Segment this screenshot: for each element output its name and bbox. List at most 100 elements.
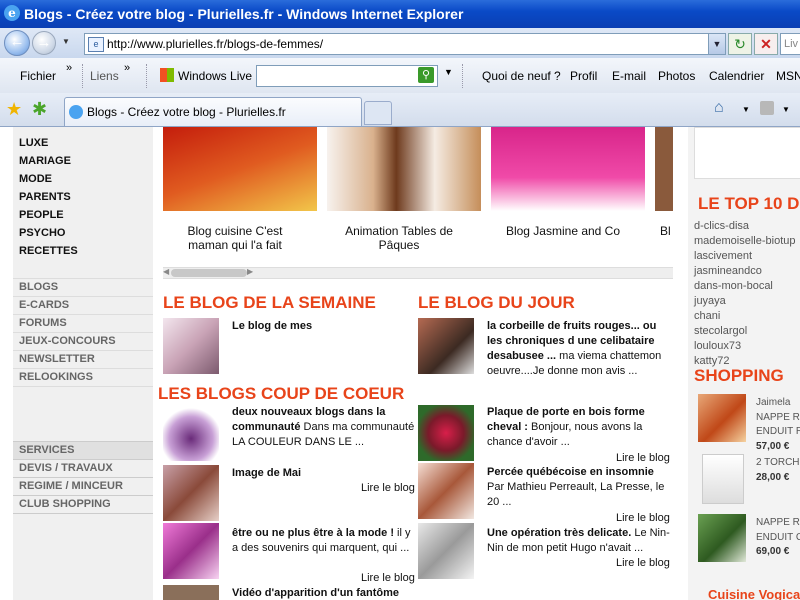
coup-post[interactable]: Plaque de porte en bois forme cheval : B… — [487, 405, 672, 450]
tab-plurielles[interactable]: Blogs - Créez votre blog - Plurielles.fr — [64, 97, 362, 126]
new-tab-button[interactable] — [364, 101, 392, 125]
toolbar-link-email[interactable]: E-mail — [612, 69, 646, 83]
back-button[interactable]: ← — [4, 30, 30, 56]
category-mode[interactable]: MODE — [19, 173, 52, 185]
refresh-button[interactable]: ↻ — [728, 33, 752, 55]
coup-image[interactable] — [418, 523, 474, 579]
feeds-icon[interactable] — [760, 101, 774, 115]
top10-item[interactable]: d-clics-disa — [694, 220, 749, 232]
shop-image[interactable] — [698, 514, 746, 562]
blog-jour-image[interactable] — [418, 318, 474, 374]
top10-item[interactable]: juyaya — [694, 295, 726, 307]
links-label[interactable]: Liens — [90, 69, 119, 83]
coup-image[interactable] — [418, 405, 474, 461]
coup-image[interactable] — [163, 523, 219, 579]
nav-blogs[interactable]: BLOGS — [13, 278, 153, 296]
category-people[interactable]: PEOPLE — [19, 209, 64, 221]
chevron-icon[interactable]: » — [66, 62, 72, 74]
lire-le-blog-link[interactable]: Lire le blog — [616, 512, 670, 524]
shop-name[interactable]: NAPPE R — [756, 517, 800, 528]
menu-fichier[interactable]: Fichier — [20, 69, 56, 83]
toolbar-link-quoi-de-neuf[interactable]: Quoi de neuf ? — [482, 69, 561, 83]
service-regime[interactable]: REGIME / MINCEUR — [13, 477, 153, 495]
carousel-caption[interactable]: Animation Tables de Pâques — [334, 224, 464, 252]
forward-button[interactable]: → — [32, 31, 56, 55]
blog-semaine-title[interactable]: Le blog de mes — [232, 319, 422, 334]
toolbar-link-photos[interactable]: Photos — [658, 69, 695, 83]
carousel-image-cuisine[interactable] — [163, 127, 317, 211]
nav-forums[interactable]: FORUMS — [13, 314, 153, 332]
live-search-input[interactable]: Liv — [780, 33, 800, 55]
windows-live-link[interactable]: Windows Live — [178, 69, 252, 83]
top10-item[interactable]: chani — [694, 310, 720, 322]
nav-jeux-concours[interactable]: JEUX-CONCOURS — [13, 332, 153, 350]
shop-image[interactable] — [702, 454, 744, 504]
scrollbar-thumb[interactable] — [171, 269, 247, 277]
coup-post[interactable]: Une opération très delicate. Le Nin-Nin … — [487, 526, 672, 556]
coup-post[interactable]: Percée québécoise en insomnie Par Mathie… — [487, 465, 672, 510]
search-options-dropdown-icon[interactable]: ▼ — [444, 67, 453, 77]
shop-image[interactable] — [698, 394, 746, 442]
favorites-star-icon[interactable]: ★ — [6, 99, 22, 120]
lire-le-blog-link[interactable]: Lire le blog — [616, 557, 670, 569]
category-recettes[interactable]: RECETTES — [19, 245, 78, 257]
chevron-icon[interactable]: » — [124, 62, 130, 74]
category-luxe[interactable]: LUXE — [19, 137, 48, 149]
shop-name[interactable]: 2 TORCH — [756, 457, 800, 468]
coup-image[interactable] — [163, 405, 219, 461]
feeds-dropdown-icon[interactable]: ▼ — [782, 105, 790, 114]
blog-semaine-image[interactable] — [163, 318, 219, 374]
coup-image[interactable] — [418, 463, 474, 519]
carousel-image-jasmine[interactable] — [491, 127, 645, 211]
coup-post[interactable]: être ou ne plus être à la mode ! il y a … — [232, 526, 417, 556]
carousel-image-paques[interactable] — [327, 127, 481, 211]
address-bar[interactable]: e http://www.plurielles.fr/blogs-de-femm… — [84, 33, 726, 55]
toolbar-link-calendrier[interactable]: Calendrier — [709, 69, 764, 83]
top10-item[interactable]: lascivement — [694, 250, 752, 262]
ad-box[interactable] — [694, 127, 800, 179]
top10-item[interactable]: stecolargol — [694, 325, 747, 337]
nav-forums-label: FORUMS — [19, 317, 67, 329]
home-dropdown-icon[interactable]: ▼ — [742, 105, 750, 114]
cuisine-heading[interactable]: Cuisine Vogica — [708, 587, 800, 600]
coup-title[interactable]: Image de Mai — [232, 466, 417, 481]
coup-post[interactable]: deux nouveaux blogs dans la communauté D… — [232, 405, 417, 450]
carousel-caption[interactable]: Blog Jasmine and Co — [496, 224, 630, 238]
category-parents[interactable]: PARENTS — [19, 191, 71, 203]
toolbar-link-profil[interactable]: Profil — [570, 69, 597, 83]
lire-le-blog-link[interactable]: Lire le blog — [616, 452, 670, 464]
coup-image[interactable] — [163, 585, 219, 600]
search-go-icon[interactable]: ⚲ — [418, 67, 434, 83]
carousel-image-next[interactable] — [655, 127, 673, 211]
carousel-caption[interactable]: Bl — [660, 224, 680, 238]
nav-relookings[interactable]: RELOOKINGS — [13, 368, 153, 387]
top10-item[interactable]: jasmineandco — [694, 265, 762, 277]
scroll-left-icon[interactable]: ◀ — [163, 267, 169, 276]
coup-image[interactable] — [163, 465, 219, 521]
toolbar-link-msn[interactable]: MSN — [776, 69, 800, 83]
tab-favicon-icon — [69, 105, 83, 119]
top10-item[interactable]: louloux73 — [694, 340, 741, 352]
nav-newsletter[interactable]: NEWSLETTER — [13, 350, 153, 368]
nav-ecards[interactable]: E-CARDS — [13, 296, 153, 314]
stop-button[interactable]: ✕ — [754, 33, 778, 55]
service-devis[interactable]: DEVIS / TRAVAUX — [13, 459, 153, 477]
category-psycho[interactable]: PSYCHO — [19, 227, 65, 239]
carousel-scrollbar[interactable]: ◀ ▶ — [163, 267, 673, 279]
windows-live-search-input[interactable] — [256, 65, 438, 87]
shop-name[interactable]: Jaimela — [756, 397, 790, 408]
recent-pages-dropdown[interactable]: ▼ — [62, 37, 72, 47]
home-icon[interactable]: ⌂ — [714, 99, 724, 117]
add-favorites-icon[interactable]: ✱ — [32, 99, 47, 120]
top10-item[interactable]: dans-mon-bocal — [694, 280, 773, 292]
address-dropdown-icon[interactable]: ▼ — [708, 34, 725, 54]
category-mariage[interactable]: MARIAGE — [19, 155, 71, 167]
lire-le-blog-link[interactable]: Lire le blog — [361, 482, 415, 494]
coup-title[interactable]: Vidéo d'apparition d'un fantôme — [232, 586, 417, 600]
blog-jour-post[interactable]: la corbeille de fruits rouges... ou les … — [487, 319, 672, 379]
lire-le-blog-link[interactable]: Lire le blog — [361, 572, 415, 584]
carousel-caption[interactable]: Blog cuisine C'est maman qui l'a fait — [173, 224, 297, 252]
scroll-right-icon[interactable]: ▶ — [247, 267, 253, 276]
service-club-shopping[interactable]: CLUB SHOPPING — [13, 495, 153, 514]
top10-item[interactable]: mademoiselle-biotup — [694, 235, 796, 247]
